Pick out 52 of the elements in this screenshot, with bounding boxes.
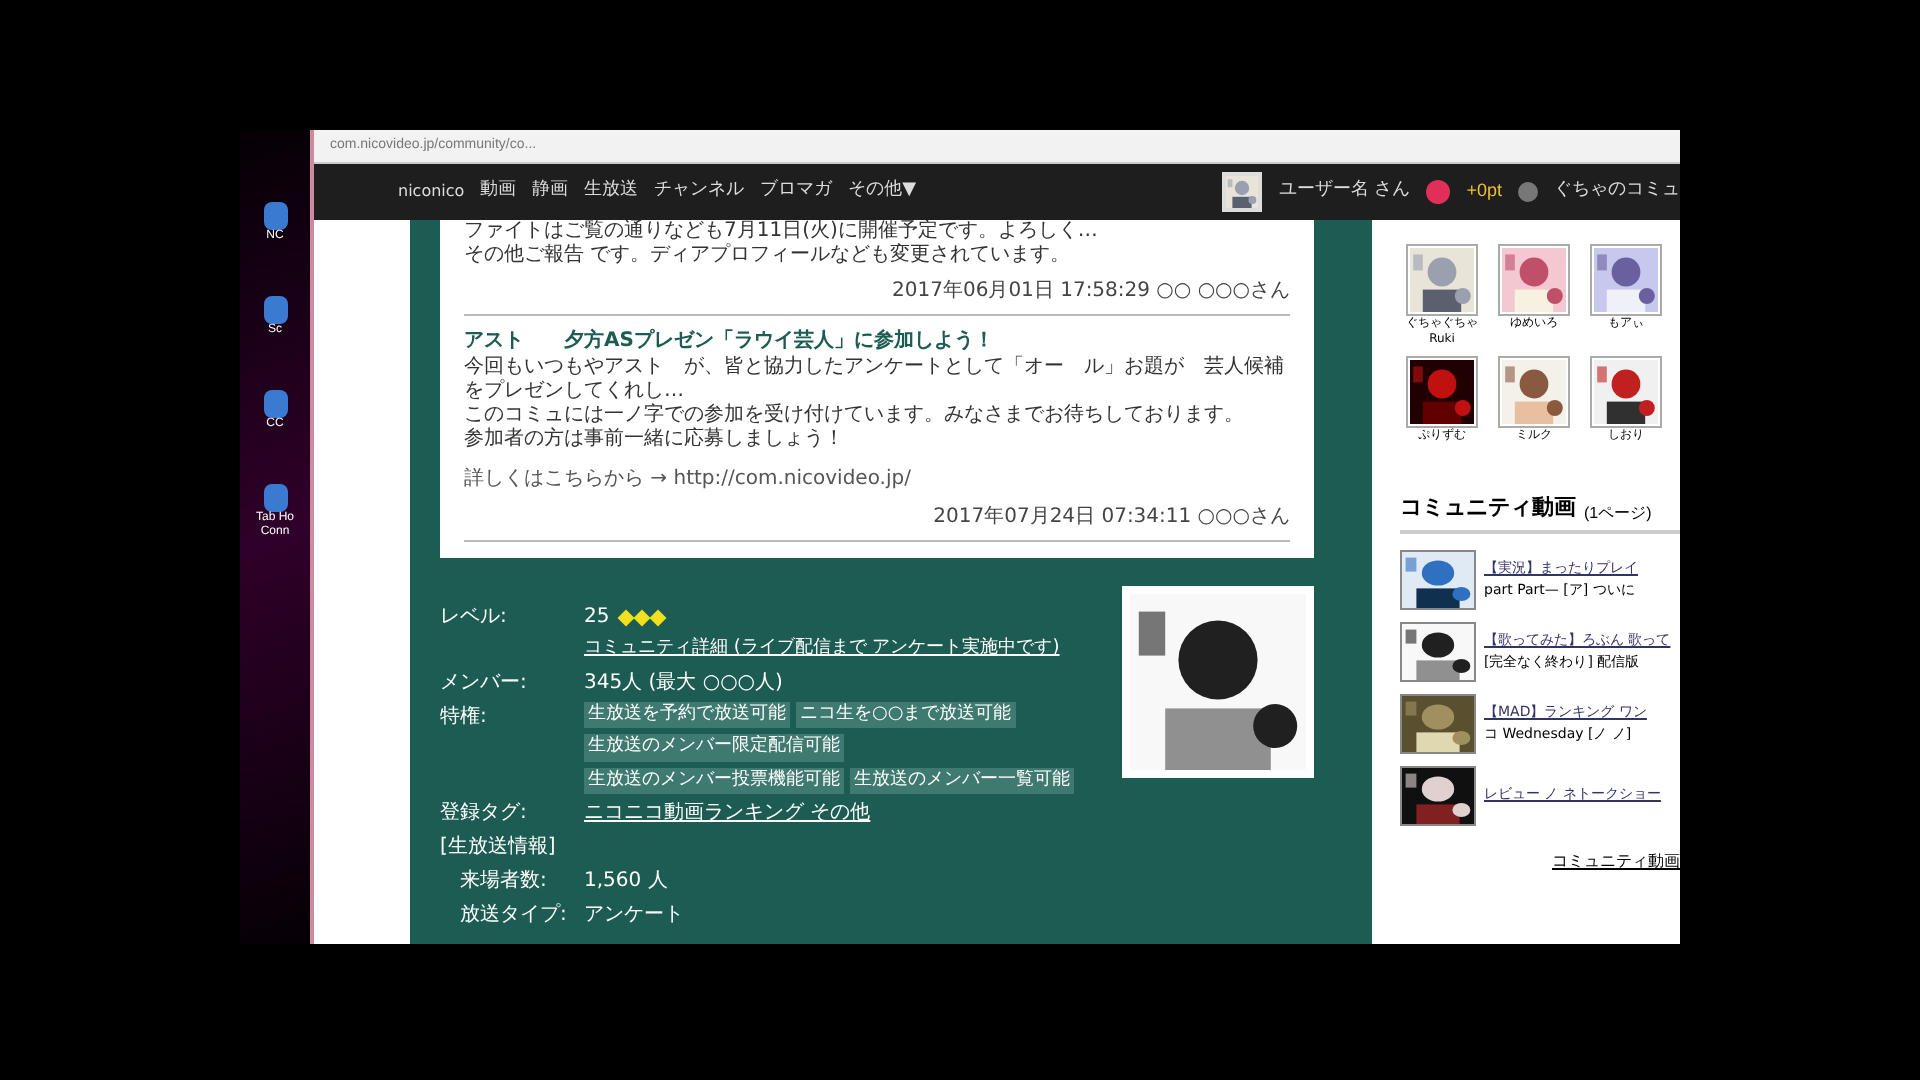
live-label: 来場者数: — [460, 867, 549, 896]
privilege-tag: 生放送のメンバー限定配信可能 — [584, 734, 844, 761]
shortcut-icon[interactable] — [263, 484, 287, 512]
live-header: [生放送情報] — [440, 833, 558, 862]
points: +0pt — [1466, 178, 1502, 205]
live-value: 1,560 人 — [584, 868, 668, 896]
detail-label: メンバー: — [440, 669, 529, 697]
news-text: このコミュには一ノ字での参加を受け付けています。みなさまでお待ちしております。 — [464, 404, 1246, 427]
shortcut-icon[interactable] — [263, 202, 287, 230]
user-icon[interactable] — [1518, 182, 1538, 202]
nav-link[interactable]: 動画 — [480, 178, 517, 206]
news-link[interactable]: 詳しくはこちらから → http://com.nicovideo.jp/ — [464, 464, 1290, 494]
news-text: 参加者の方は事前一緒に応募しましょう！ — [464, 428, 846, 452]
video-thumbnail[interactable] — [1400, 693, 1476, 753]
section-title: コミュニティ動画 — [1400, 492, 1576, 524]
detail-label: レベル: — [440, 604, 509, 632]
more-link[interactable]: コミュニティ動画 — [1552, 849, 1680, 873]
user-name[interactable]: ユーザー名 さん — [1278, 178, 1411, 206]
nav-link[interactable]: niconico — [398, 180, 465, 204]
news-date: 2017年06月01日 17:58:29 ○○ ○○○さん — [892, 278, 1290, 306]
nav-link[interactable]: その他▼ — [848, 178, 917, 206]
news-text: その他ご報告 です。ディアプロフィールなども変更されています。 — [464, 244, 1073, 268]
news-title: アスト 夕方ASプレゼン「ラウイ芸人」に参加しよう！ — [464, 328, 996, 355]
detail-label: 登録タグ: — [440, 800, 529, 828]
nav-link[interactable]: 静画 — [532, 178, 569, 206]
shortcut-icon[interactable] — [263, 390, 287, 418]
nav-link[interactable]: ブロマガ — [760, 178, 833, 206]
record-icon[interactable] — [1426, 180, 1451, 204]
nav-link[interactable]: チャンネル — [654, 178, 745, 206]
detail-value[interactable]: ニコニコ動画ランキング その他 — [584, 798, 871, 828]
member-avatar[interactable] — [1406, 356, 1478, 428]
video-thumbnail[interactable] — [1400, 549, 1476, 609]
nav-link[interactable]: 生放送 — [584, 178, 639, 206]
privilege-tag: 生放送のメンバー一覧可能 — [850, 767, 1074, 794]
privilege-tag: 生放送のメンバー投票機能可能 — [584, 767, 844, 794]
shortcut-icon[interactable] — [263, 296, 287, 324]
detail-value: 25 — [584, 604, 610, 632]
detail-value: 345人 (最大 ○○○人) — [584, 669, 783, 697]
video-thumbnail[interactable] — [1400, 765, 1476, 825]
video-thumbnail[interactable] — [1400, 621, 1476, 681]
member-avatar[interactable] — [1406, 244, 1478, 316]
community-link[interactable]: ぐちゃのコミュ — [1554, 178, 1680, 206]
live-value: アンケート — [584, 902, 684, 930]
member-avatar[interactable] — [1590, 356, 1662, 428]
detail-label: 特権: — [440, 703, 489, 731]
section-count: (1ページ) — [1584, 501, 1652, 525]
live-label: 放送タイプ: — [460, 901, 569, 930]
news-date: 2017年07月24日 07:34:11 ○○○さん — [933, 504, 1290, 532]
news-text: 今回もいつもやアスト が、皆と協力したアンケートとして「オー ル」お題が 芸人候補をプレゼンしてくれし… — [464, 356, 1286, 403]
detail-link[interactable]: コミュニティ詳細 (ライブ配信まで アンケート実施中です) — [584, 636, 1060, 663]
privilege-tag: ニコ生を○○まで放送可能 — [796, 701, 1016, 728]
privilege-tag: 生放送を予約で放送可能 — [584, 701, 790, 728]
